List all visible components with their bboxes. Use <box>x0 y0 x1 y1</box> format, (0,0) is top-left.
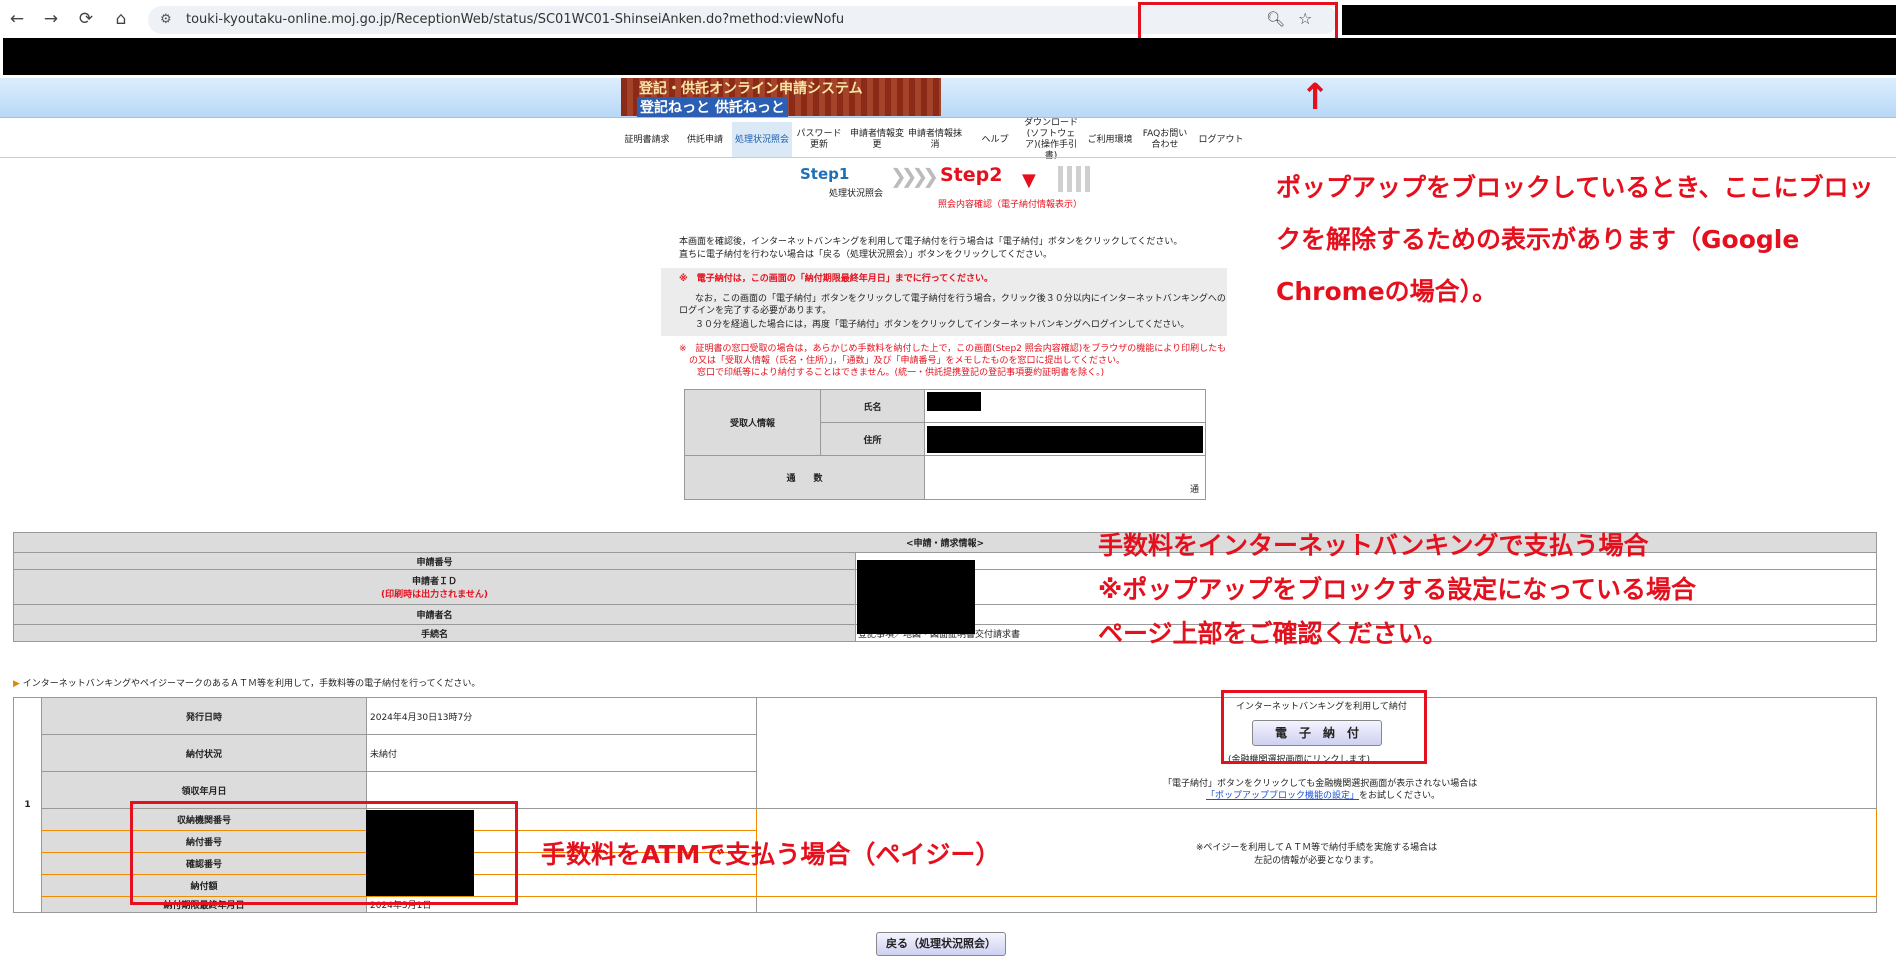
step1-sub: 処理状況照会 <box>829 189 884 199</box>
site-logo[interactable]: 登記・供託オンライン申請システム 登記ねっと 供託ねっと <box>621 78 941 117</box>
recipient-section-label: 受取人情報 <box>684 389 821 456</box>
forward-icon[interactable]: → <box>40 8 62 30</box>
home-icon[interactable]: ⌂ <box>110 8 132 30</box>
nav-item-help[interactable]: ヘルプ <box>970 122 1020 158</box>
highlight-epay <box>1221 690 1427 764</box>
nav-item-download[interactable]: ダウンロード(ソフトウェア)(操作手引書) <box>1022 118 1080 161</box>
nav-item-certificate[interactable]: 証明書請求 <box>622 122 672 158</box>
popup-settings-link[interactable]: 「ポップアップブロック機能の設定」 <box>1206 791 1359 801</box>
popup-note: 「電子納付」ボタンをクリックしても金融機関選択画面が表示されない場合は <box>1163 779 1478 789</box>
highlight-atm <box>130 801 518 905</box>
site-info-icon[interactable]: ⚙ <box>160 12 172 27</box>
redacted-application <box>857 560 975 634</box>
nav-item-environment[interactable]: ご利用環境 <box>1084 122 1136 158</box>
counter-notice-1: ※ 証明書の窓口受取の場合は，あらかじめ手数料を納付した上で，この画面(Step… <box>679 344 1227 354</box>
notice-box: ※ 電子納付は，この画面の「納付期限最終年月日」までに行ってください。 なお，こ… <box>661 268 1227 336</box>
nav-item-password[interactable]: パスワード更新 <box>794 122 844 158</box>
back-icon[interactable]: ← <box>6 8 28 30</box>
payment-intro: ▶ インターネットバンキングやペイジーマークのあるＡＴＭ等を利用して，手数料等の… <box>13 679 481 689</box>
count-label: 通 数 <box>684 455 925 500</box>
annotation-internet-banking: 手数料をインターネットバンキングで支払う場合 ※ポップアップをブロックする設定に… <box>1098 531 1697 648</box>
counter-notice-3: 窓口で印紙等により納付することはできません。(統一・供託提携登記の登記事項要約証… <box>697 368 1105 378</box>
notice-line1: 本画面を確認後，インターネットバンキングを利用して電子納付を行う場合は「電子納付… <box>679 237 1183 247</box>
nav-item-status[interactable]: 処理状況照会 <box>732 122 792 158</box>
annotation-popup: ポップアップをブロックしているとき、ここにブロッ クを解除するための表示がありま… <box>1276 173 1874 306</box>
nav-item-faq[interactable]: FAQお問い合わせ <box>1140 122 1190 158</box>
nav-item-logout[interactable]: ログアウト <box>1196 122 1246 158</box>
step-progress-bars <box>1058 166 1094 192</box>
url-text: touki-kyoutaku-online.moj.go.jp/Receptio… <box>186 12 845 27</box>
reload-icon[interactable]: ⟳ <box>75 8 97 30</box>
step-chevrons-icon: ❯❯❯❯ <box>890 164 939 188</box>
nav-item-deposit[interactable]: 供託申請 <box>680 122 730 158</box>
counter-notice-2: の又は「受取人情報（氏名・住所）」，「通数」及び「申請番号」をメモしたものを窓口… <box>689 356 1125 366</box>
step2-label: Step2 <box>940 164 1003 186</box>
payment-row-no: 1 <box>13 697 42 913</box>
step-pointer-icon: ▼ <box>1022 170 1036 191</box>
deadline-notice: ※ 電子納付は，この画面の「納付期限最終年月日」までに行ってください。 <box>679 274 994 284</box>
recipient-table: 受取人情報 氏名 住所 通 数 通 <box>684 389 1206 500</box>
payment-status: 未納付 <box>366 734 757 772</box>
step1-label: Step1 <box>800 165 850 183</box>
redacted-toolbar <box>1342 5 1896 35</box>
nav-item-change-info[interactable]: 申請者情報変更 <box>850 122 904 158</box>
address-label: 住所 <box>820 422 925 456</box>
redacted-name <box>927 392 981 411</box>
step2-sub: 照会内容確認（電子納付情報表示） <box>938 200 1083 210</box>
browser-toolbar: ← → ⟳ ⌂ ⚙ touki-kyoutaku-online.moj.go.j… <box>0 0 1903 44</box>
name-label: 氏名 <box>820 389 925 423</box>
annotation-atm: 手数料をATMで支払う場合（ペイジー） <box>541 840 1001 869</box>
back-button[interactable]: 戻る（処理状況照会） <box>876 932 1006 956</box>
redacted-address <box>927 426 1203 453</box>
annotation-arrow: ↑ <box>1300 77 1331 118</box>
issue-date: 2024年4月30日13時7分 <box>366 697 757 735</box>
nav-item-delete-info[interactable]: 申請者情報抹消 <box>908 122 962 158</box>
site-banner <box>0 78 1896 118</box>
popup-help: 「ポップアップブロック機能の設定」をお試しください。 <box>1206 791 1441 801</box>
notice-line2: 直ちに電子納付を行わない場合は「戻る（処理状況照会）」ボタンをクリックしてくださ… <box>679 250 1052 260</box>
count-unit: 通 <box>924 455 1206 500</box>
nav-divider <box>0 157 1896 158</box>
redacted-bar <box>3 38 1896 75</box>
